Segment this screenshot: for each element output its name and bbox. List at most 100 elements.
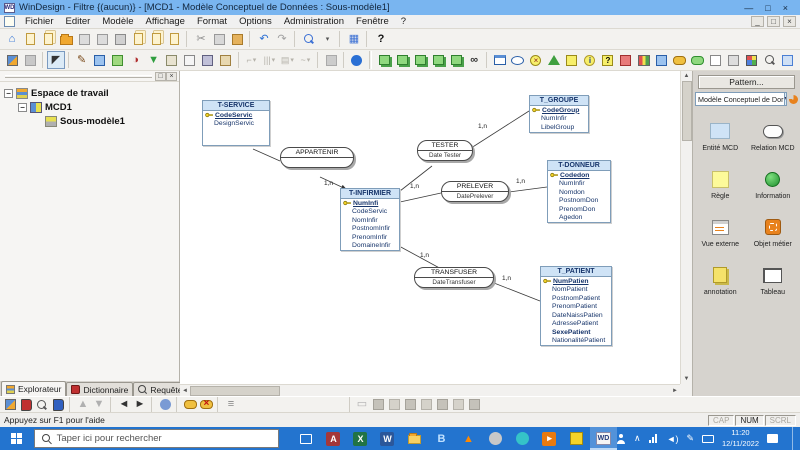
minimize-button[interactable]: —	[744, 3, 753, 13]
selection-box-icon[interactable]	[779, 51, 797, 69]
menu-modle[interactable]: Modèle	[96, 16, 139, 27]
diagram-canvas[interactable]: 1,11,n1,n1,n1,n1,n1,nT-SERVICECodeServic…	[180, 71, 692, 396]
hand-tool-icon[interactable]	[402, 397, 418, 412]
panel-grip[interactable]	[5, 75, 152, 78]
cut-icon[interactable]: ✂	[192, 30, 210, 48]
restore-button[interactable]: □	[765, 3, 770, 13]
menu-options[interactable]: Options	[233, 16, 278, 27]
triangle-icon[interactable]	[545, 51, 563, 69]
label-icon[interactable]	[563, 51, 581, 69]
bluetooth-icon[interactable]: B	[428, 427, 455, 450]
palette-item-vueexterne[interactable]: Vue externe	[695, 216, 746, 248]
show-label-icon[interactable]	[182, 397, 198, 412]
undo-icon[interactable]: ↶	[255, 30, 273, 48]
palette-item-annotation[interactable]: annotation	[695, 264, 746, 296]
cube-icon[interactable]	[743, 51, 761, 69]
export-model-icon[interactable]	[147, 30, 165, 48]
home-icon[interactable]: ⌂	[3, 30, 21, 48]
submodel-3-icon[interactable]	[411, 51, 429, 69]
menu-format[interactable]: Format	[191, 16, 233, 27]
zoom-dropdown-arrow[interactable]: ▾	[318, 30, 336, 48]
green-arrow-icon[interactable]: ▼	[145, 51, 163, 69]
palette-item-objetmtier[interactable]: Objet métier	[748, 216, 799, 248]
diagram-page[interactable]: 1,11,n1,n1,n1,n1,n1,nT-SERVICECodeServic…	[180, 71, 680, 384]
menu-administration[interactable]: Administration	[278, 16, 350, 27]
new-file-icon[interactable]	[21, 30, 39, 48]
dictionary-book-icon[interactable]	[18, 397, 34, 412]
paste-icon[interactable]	[228, 30, 246, 48]
collapse-icon[interactable]: ≡	[223, 397, 239, 412]
refresh-icon[interactable]	[157, 397, 173, 412]
open-folder-icon[interactable]	[57, 30, 75, 48]
entity-t_groupe[interactable]: T_GROUPECodeGroupNumInfirLibelGroup	[529, 95, 589, 133]
scroll-left-arrow[interactable]: ◄	[180, 386, 190, 396]
network-icon[interactable]	[649, 434, 659, 443]
mdi-minimize-button[interactable]: _	[751, 16, 764, 27]
volume-icon[interactable]: ◄)	[667, 434, 679, 444]
palette-item-entitmcd[interactable]: Entité MCD	[695, 120, 746, 152]
palette-model-dropdown[interactable]: Modèle Conceptuel de Dor ▾	[695, 92, 787, 106]
notification-icon[interactable]	[767, 434, 778, 443]
export-tool-icon[interactable]	[466, 397, 482, 412]
submodel-2-icon[interactable]	[393, 51, 411, 69]
clipboard-icon[interactable]	[163, 51, 181, 69]
windesign-doc-icon[interactable]	[563, 427, 590, 450]
tray-expand-icon[interactable]: ∧	[634, 433, 641, 444]
start-button[interactable]	[0, 427, 34, 450]
shapes-icon[interactable]	[109, 51, 127, 69]
redo-icon[interactable]: ↷	[273, 30, 291, 48]
ellipse-icon[interactable]	[509, 51, 527, 69]
clock[interactable]: 11:20 12/11/2022	[722, 428, 759, 448]
submodel-4-icon[interactable]	[429, 51, 447, 69]
duplicate-icon[interactable]	[707, 51, 725, 69]
mdi-restore-button[interactable]: □	[767, 16, 780, 27]
corner-style-dropdown[interactable]: ⌐▾	[242, 51, 260, 69]
show-desktop-button[interactable]	[792, 427, 796, 450]
copy-icon[interactable]	[210, 30, 228, 48]
scroll-up-arrow[interactable]: ▲	[682, 71, 692, 81]
media-icon[interactable]: ▸	[536, 427, 563, 450]
submodel-5-icon[interactable]	[447, 51, 465, 69]
close-button[interactable]: ×	[783, 3, 788, 13]
palette-item-relationmcd[interactable]: Relation MCD	[748, 120, 799, 152]
vlc-icon[interactable]: ▲	[455, 427, 482, 450]
select-tool-icon[interactable]: ◤	[47, 51, 65, 69]
menu-?[interactable]: ?	[395, 16, 412, 27]
panel-close-button[interactable]: ×	[166, 72, 177, 81]
prev-icon[interactable]: ◄	[116, 397, 132, 412]
file-explorer-icon[interactable]	[401, 427, 428, 450]
wizard-icon[interactable]	[199, 51, 217, 69]
palette-item-rgle[interactable]: Règle	[695, 168, 746, 200]
grid-icon[interactable]: ▦	[345, 30, 363, 48]
preview-icon[interactable]	[21, 51, 39, 69]
touch-keyboard-icon[interactable]	[702, 435, 714, 443]
people-icon[interactable]	[617, 434, 626, 444]
taskbar-search[interactable]: Taper ici pour rechercher	[34, 429, 279, 448]
vertical-scroll-thumb[interactable]	[682, 81, 692, 141]
shapes-blue-icon[interactable]	[653, 51, 671, 69]
tab-explorateur[interactable]: Explorateur	[1, 381, 66, 396]
next-icon[interactable]: ►	[132, 397, 148, 412]
explorer-tree-icon[interactable]	[2, 397, 18, 412]
resize-icon[interactable]	[322, 51, 340, 69]
windesign-app-icon[interactable]: WD	[590, 427, 617, 450]
excel-icon[interactable]: X	[347, 427, 374, 450]
scroll-down-arrow[interactable]: ▼	[682, 374, 692, 384]
entity-t_patient[interactable]: T_PATIENTNumPatienNomPatientPostnomPatie…	[540, 266, 612, 346]
horizontal-scroll-thumb[interactable]	[190, 386, 280, 396]
menu-fentre[interactable]: Fenêtre	[350, 16, 395, 27]
window-icon[interactable]	[491, 51, 509, 69]
panel-restore-button[interactable]: □	[155, 72, 166, 81]
line-style-dropdown[interactable]: |||▾	[260, 51, 278, 69]
submodel-1-icon[interactable]	[375, 51, 393, 69]
scroll-right-arrow[interactable]: ►	[670, 386, 680, 396]
help-box-icon[interactable]: ?	[599, 51, 617, 69]
horizontal-scrollbar[interactable]: ◄ ►	[180, 384, 680, 396]
report-icon[interactable]	[217, 51, 235, 69]
dropdown-arrow-icon[interactable]: ▾	[784, 93, 787, 105]
relation-tester[interactable]: TESTERDate Tester	[417, 140, 473, 161]
pattern-button[interactable]: Pattern...	[698, 75, 795, 89]
circle-x-icon[interactable]: ×	[527, 51, 545, 69]
vertical-scrollbar[interactable]: ▲ ▼	[680, 71, 692, 384]
edge-icon[interactable]	[509, 427, 536, 450]
